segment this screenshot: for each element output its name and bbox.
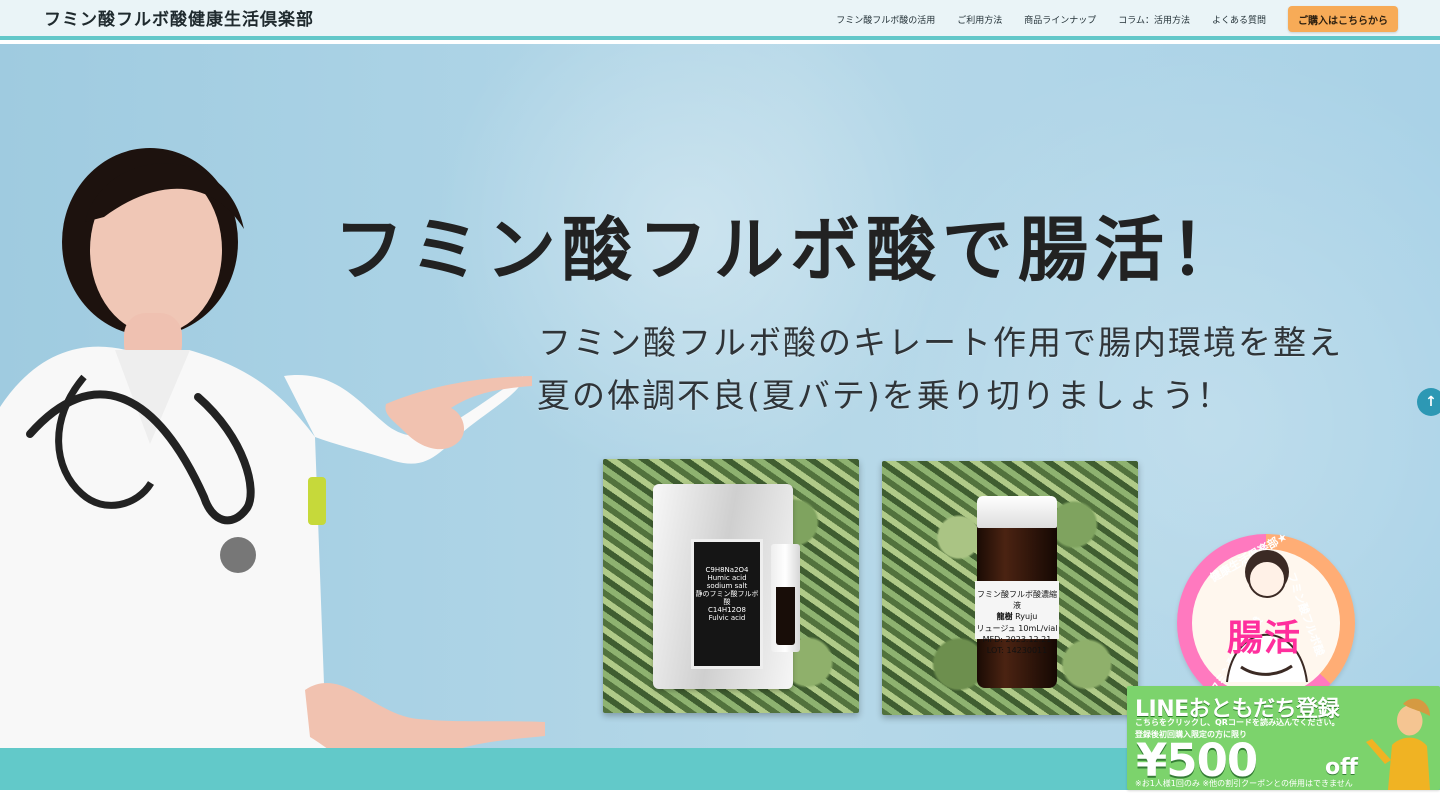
line-banner-note-3: ※お1人様1回のみ ※他の割引クーポンとの併用はできません xyxy=(1135,779,1353,788)
main-navigation: フミン酸フルボ酸の活用 ご利用方法 商品ラインナップ コラム：活用方法 よくある… xyxy=(836,6,1398,32)
bottle-product-image[interactable]: フミン酸フルボ酸濃縮液 龍樹 Ryuju リュージュ 10mL/vial MFD… xyxy=(882,461,1138,715)
bottle-name-en: Ryuju xyxy=(1015,612,1038,622)
bottle-label-top: フミン酸フルボ酸濃縮液 xyxy=(977,590,1057,611)
bottle-volume: リュージュ 10mL/vial xyxy=(976,623,1058,633)
nav-lineup[interactable]: 商品ラインナップ xyxy=(1024,13,1096,26)
site-header: フミン酸フルボ酸健康生活倶楽部 フミン酸フルボ酸の活用 ご利用方法 商品ラインナ… xyxy=(0,0,1440,40)
line-friend-registration-banner[interactable]: LINEおともだち登録 こちらをクリックし、QRコードを読み込んでください。 登… xyxy=(1127,686,1440,790)
nav-column[interactable]: コラム：活用方法 xyxy=(1118,13,1190,26)
bottle-label: フミン酸フルボ酸濃縮液 龍樹 Ryuju リュージュ 10mL/vial MFD… xyxy=(975,581,1059,655)
hero-headline: フミン酸フルボ酸で腸活！ xyxy=(334,208,1246,291)
bottle-lot: LOT: 14230011 xyxy=(986,645,1048,655)
brown-bottle: フミン酸フルボ酸濃縮液 龍樹 Ryuju リュージュ 10mL/vial MFD… xyxy=(975,496,1059,688)
pouch-label-footer: Fulvic acid xyxy=(708,614,746,623)
line-banner-note-1: こちらをクリックし、QRコードを読み込んでください。 xyxy=(1135,718,1340,727)
site-title[interactable]: フミン酸フルボ酸健康生活倶楽部 xyxy=(44,5,314,30)
bottle-name-jp: 龍樹 xyxy=(996,612,1013,622)
pouch-formula-bottom: C14H12O8 xyxy=(708,606,746,615)
pouch-label-small: Humic acid sodium salt xyxy=(706,574,748,591)
badge-main-text: 腸活 xyxy=(1227,618,1302,659)
arrow-up-icon: ↑ xyxy=(1425,394,1437,410)
hero-section: フミン酸フルボ酸で腸活！ フミン酸フルボ酸のキレート作用で腸内環境を整え 夏の体… xyxy=(0,44,1440,748)
nav-usage[interactable]: ご利用方法 xyxy=(957,13,1002,26)
pouch-label: C9H8Na2O4 Humic acid sodium salt 静のフミン酸フ… xyxy=(691,539,763,669)
hero-subline-2: 夏の体調不良(夏バテ)を乗り切りましょう！ xyxy=(537,376,1232,415)
bottle-date: MFD: 2023.12.21 xyxy=(982,634,1052,644)
small-vial xyxy=(771,544,800,652)
nav-faq[interactable]: よくある質問 xyxy=(1212,13,1266,26)
businesswoman-illustration xyxy=(1366,698,1430,790)
discount-off-label: off xyxy=(1325,755,1358,780)
pouch-formula-top: C9H8Na2O4 xyxy=(705,566,749,574)
hero-subline-1: フミン酸フルボ酸のキレート作用で腸内環境を整え xyxy=(538,323,1343,362)
pouch-product-image[interactable]: C9H8Na2O4 Humic acid sodium salt 静のフミン酸フ… xyxy=(603,459,859,713)
buy-button[interactable]: ご購入はこちらから xyxy=(1288,6,1398,32)
nav-humic-fulvic-use[interactable]: フミン酸フルボ酸の活用 xyxy=(836,13,935,26)
scroll-top-button[interactable]: ↑ xyxy=(1417,388,1440,416)
pouch-label-middle: 静のフミン酸フルボ酸 xyxy=(695,590,759,607)
white-bottom-strip xyxy=(0,790,1440,810)
